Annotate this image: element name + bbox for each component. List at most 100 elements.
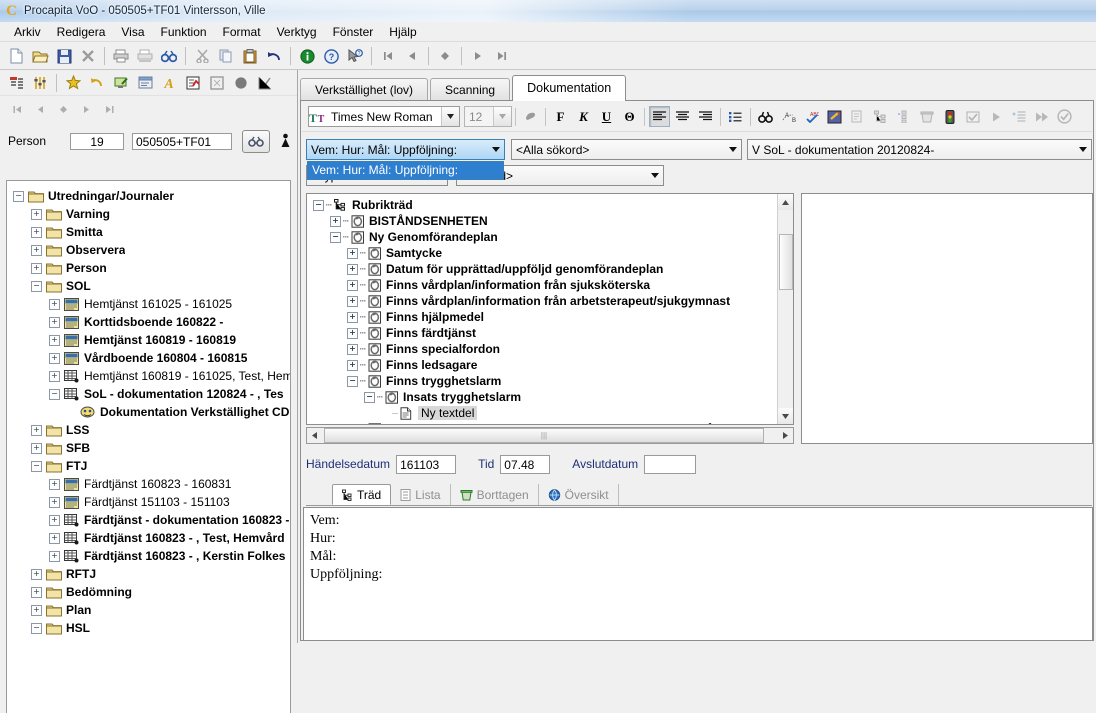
cut-scissors-icon[interactable] <box>190 45 214 68</box>
nav-prev-icon[interactable] <box>29 100 52 120</box>
phrase-combo-option-0[interactable]: Vem: Hur: Mål: Uppföljning: <box>308 162 503 179</box>
hscroll-track[interactable]: ||| <box>322 428 778 443</box>
person-id-field[interactable]: 050505+TF01 <box>132 133 232 150</box>
expand-plus-icon[interactable]: + <box>31 605 42 616</box>
trash-icon[interactable] <box>916 106 937 127</box>
scroll-right-arrow[interactable] <box>778 428 793 443</box>
journal-tree-item[interactable]: +Varning <box>7 205 290 223</box>
collapse-minus-icon[interactable]: − <box>31 461 42 472</box>
journal-tree-item[interactable]: +Färdtjänst 160823 - 160831 <box>7 475 290 493</box>
collapse-minus-icon[interactable]: − <box>347 424 358 426</box>
align-right-icon[interactable] <box>695 106 716 127</box>
expand-plus-icon[interactable]: + <box>49 317 60 328</box>
menu-item-visa[interactable]: Visa <box>113 23 152 41</box>
properties-icon[interactable] <box>847 106 868 127</box>
signoff-icon[interactable] <box>962 106 983 127</box>
journal-tree-item[interactable]: +Plan <box>7 601 290 619</box>
journal-tree-item[interactable]: +Hemtjänst 161025 - 161025 <box>7 295 290 313</box>
star-icon[interactable] <box>61 71 85 94</box>
rubric-tree-item[interactable]: +···BISTÅNDSENHETEN <box>311 213 793 229</box>
expand-plus-icon[interactable]: + <box>49 479 60 490</box>
rubric-tree-item[interactable]: +···Finns vårdplan/information från arbe… <box>311 293 793 309</box>
scroll-down-arrow[interactable] <box>778 408 793 424</box>
journal-tree-item[interactable]: Dokumentation Verkställighet CD <box>7 403 290 421</box>
context-help-icon[interactable]: ? <box>343 45 367 68</box>
expand-plus-icon[interactable]: + <box>49 497 60 508</box>
expand-plus-icon[interactable]: + <box>31 425 42 436</box>
expand-plus-icon[interactable]: + <box>347 360 358 371</box>
expand-plus-icon[interactable]: + <box>330 216 341 227</box>
traffic-light-icon[interactable] <box>939 106 960 127</box>
text-color-icon[interactable] <box>520 106 541 127</box>
expand-plus-icon[interactable]: + <box>49 335 60 346</box>
phrase-combo-dropdown[interactable]: Vem: Hur: Mål: Uppföljning: <box>307 161 504 180</box>
rubric-tree-hscrollbar[interactable]: ||| <box>306 427 794 444</box>
copy-icon[interactable] <box>214 45 238 68</box>
checklist-red-icon[interactable] <box>181 71 205 94</box>
rubric-tree-scrollbar[interactable] <box>777 194 793 424</box>
frame-icon[interactable] <box>205 71 229 94</box>
expand-plus-icon[interactable]: + <box>347 296 358 307</box>
add-node-icon[interactable] <box>893 106 914 127</box>
rubric-tree-item[interactable]: +···Finns hjälpmedel <box>311 309 793 325</box>
expand-plus-icon[interactable]: + <box>31 245 42 256</box>
rubric-tree-item[interactable]: −···Har hänsyn tagits till brukarens syn… <box>311 421 793 425</box>
font-family-dropdown-arrow[interactable] <box>441 107 459 126</box>
font-family-select[interactable]: TT Times New Roman <box>308 106 460 127</box>
expand-plus-icon[interactable]: + <box>347 328 358 339</box>
save-icon[interactable] <box>52 45 76 68</box>
collapse-minus-icon[interactable]: − <box>364 392 375 403</box>
all-keywords-combo[interactable]: <Alla sökord> <box>511 139 742 160</box>
scroll-thumb[interactable] <box>779 234 793 290</box>
tab-scanning[interactable]: Scanning <box>430 78 510 101</box>
journal-tree-item[interactable]: +Färdtjänst 151103 - 151103 <box>7 493 290 511</box>
document-text-editor[interactable]: Vem:Hur:Mål:Uppföljning: <box>303 507 1093 640</box>
expand-plus-icon[interactable]: + <box>347 312 358 323</box>
person-silhouette-icon[interactable] <box>278 132 292 150</box>
monitor-pen-icon[interactable] <box>109 71 133 94</box>
menu-item-redigera[interactable]: Redigera <box>49 23 114 41</box>
sliders-icon[interactable] <box>28 71 52 94</box>
event-date-field[interactable]: 161103 <box>396 455 456 474</box>
nav-marker-icon[interactable] <box>433 45 457 68</box>
rubric-tree-item[interactable]: −···Rubrikträd <box>311 197 793 213</box>
menu-item-funktion[interactable]: Funktion <box>153 23 215 41</box>
nav-first-icon[interactable] <box>6 100 29 120</box>
menu-item-verktyg[interactable]: Verktyg <box>269 23 325 41</box>
rubric-tree-item[interactable]: −···Finns trygghetslarm <box>311 373 793 389</box>
undo-arrow-icon[interactable] <box>85 71 109 94</box>
delete-x-icon[interactable] <box>76 45 100 68</box>
forward-icon[interactable] <box>1031 106 1052 127</box>
align-center-icon[interactable] <box>672 106 693 127</box>
expand-plus-icon[interactable]: + <box>49 299 60 310</box>
journal-tree-item[interactable]: +Bedömning <box>7 583 290 601</box>
journal-tree-panel[interactable]: −Utredningar/Journaler+Varning+Smitta+Ob… <box>6 180 291 713</box>
insert-phrase-icon[interactable] <box>824 106 845 127</box>
collapse-minus-icon[interactable]: − <box>347 376 358 387</box>
journal-tree-item[interactable]: +Observera <box>7 241 290 259</box>
rubric-tree-panel[interactable]: −···Rubrikträd+···BISTÅNDSENHETEN − ···Ny … <box>306 193 794 425</box>
nav-last-icon[interactable] <box>98 100 121 120</box>
journal-tree-item[interactable]: +Färdtjänst 160823 - , Test, Hemvård <box>7 529 290 547</box>
play-icon[interactable] <box>985 106 1006 127</box>
rubric-tree-item[interactable]: ···Ny textdel <box>311 405 793 421</box>
journal-tree-item[interactable]: +RFTJ <box>7 565 290 583</box>
collapse-minus-icon[interactable]: − <box>31 623 42 634</box>
person-search-button[interactable] <box>242 130 270 153</box>
rubric-tree-item[interactable]: +···Finns ledsagare <box>311 357 793 373</box>
expand-plus-icon[interactable]: + <box>31 227 42 238</box>
journal-tree-item[interactable]: +Korttidsboende 160822 - <box>7 313 290 331</box>
circle-icon[interactable] <box>229 71 253 94</box>
expand-plus-icon[interactable]: + <box>347 280 358 291</box>
strikethrough-icon[interactable]: Θ <box>619 106 640 127</box>
nav-marker-icon[interactable] <box>52 100 75 120</box>
approve-check-icon[interactable] <box>1054 106 1075 127</box>
journal-tree-item[interactable]: +Hemtjänst 160819 - 160819 <box>7 331 290 349</box>
journal-tree-item[interactable]: +Färdtjänst 160823 - , Kerstin Folkes <box>7 547 290 565</box>
document-combo[interactable]: V SoL - dokumentation 20120824- <box>747 139 1092 160</box>
chevron-down-icon[interactable] <box>1074 140 1091 159</box>
font-size-dropdown-arrow[interactable] <box>493 107 511 126</box>
expand-plus-icon[interactable]: + <box>31 443 42 454</box>
font-size-select[interactable]: 12 <box>464 106 512 127</box>
journal-tree-item[interactable]: +Hemtjänst 160819 - 161025, Test, Hemvår… <box>7 367 290 385</box>
